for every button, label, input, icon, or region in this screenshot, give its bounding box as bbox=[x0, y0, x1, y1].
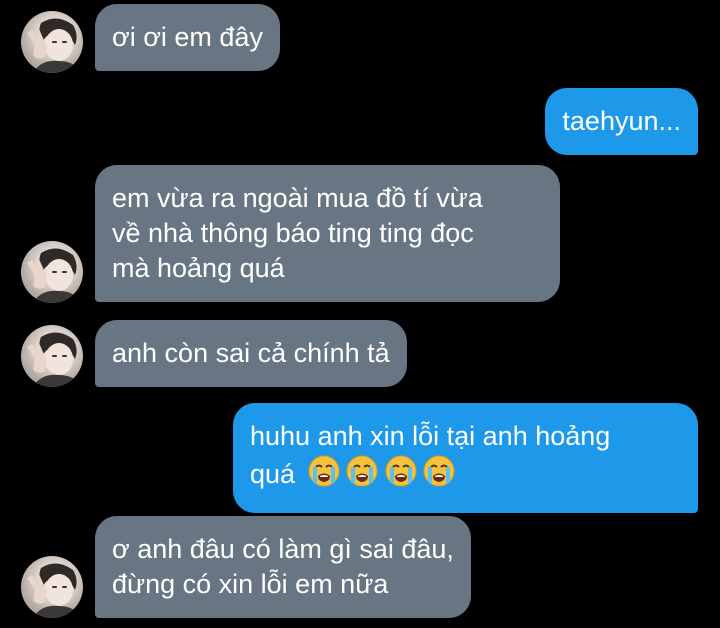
contact-avatar[interactable] bbox=[21, 556, 83, 618]
incoming-message[interactable]: ơi ơi em đây bbox=[95, 4, 280, 71]
loudly-crying-face-icon bbox=[307, 454, 341, 488]
message-line-with-emoji: quá bbox=[250, 454, 681, 497]
avatar-photo bbox=[21, 325, 83, 387]
incoming-message[interactable]: anh còn sai cả chính tả bbox=[95, 320, 407, 387]
avatar-photo bbox=[21, 241, 83, 303]
avatar-photo bbox=[21, 556, 83, 618]
contact-avatar[interactable] bbox=[21, 11, 83, 73]
message-line: quá bbox=[250, 459, 296, 489]
message-text: ơi ơi em đây bbox=[112, 22, 263, 52]
outgoing-message[interactable]: huhu anh xin lỗi tại anh hoảng quá bbox=[233, 403, 698, 513]
contact-avatar[interactable] bbox=[21, 241, 83, 303]
outgoing-message[interactable]: taehyun... bbox=[545, 88, 698, 155]
loudly-crying-face-icon bbox=[422, 454, 456, 488]
message-line: huhu anh xin lỗi tại anh hoảng bbox=[250, 421, 611, 451]
message-line: về nhà thông báo ting ting đọc bbox=[112, 218, 474, 248]
avatar-photo bbox=[21, 11, 83, 73]
message-text: taehyun... bbox=[562, 106, 681, 136]
message-text: anh còn sai cả chính tả bbox=[112, 338, 390, 368]
contact-avatar[interactable] bbox=[21, 325, 83, 387]
emoji-group bbox=[307, 454, 454, 497]
message-line: ơ anh đâu có làm gì sai đâu, bbox=[112, 534, 454, 564]
incoming-message[interactable]: em vừa ra ngoài mua đồ tí vừa về nhà thô… bbox=[95, 165, 560, 302]
message-line: đừng có xin lỗi em nữa bbox=[112, 569, 389, 599]
loudly-crying-face-icon bbox=[384, 454, 418, 488]
message-line: mà hoảng quá bbox=[112, 253, 285, 283]
incoming-message[interactable]: ơ anh đâu có làm gì sai đâu, đừng có xin… bbox=[95, 516, 471, 618]
message-line: em vừa ra ngoài mua đồ tí vừa bbox=[112, 183, 483, 213]
loudly-crying-face-icon bbox=[345, 454, 379, 488]
